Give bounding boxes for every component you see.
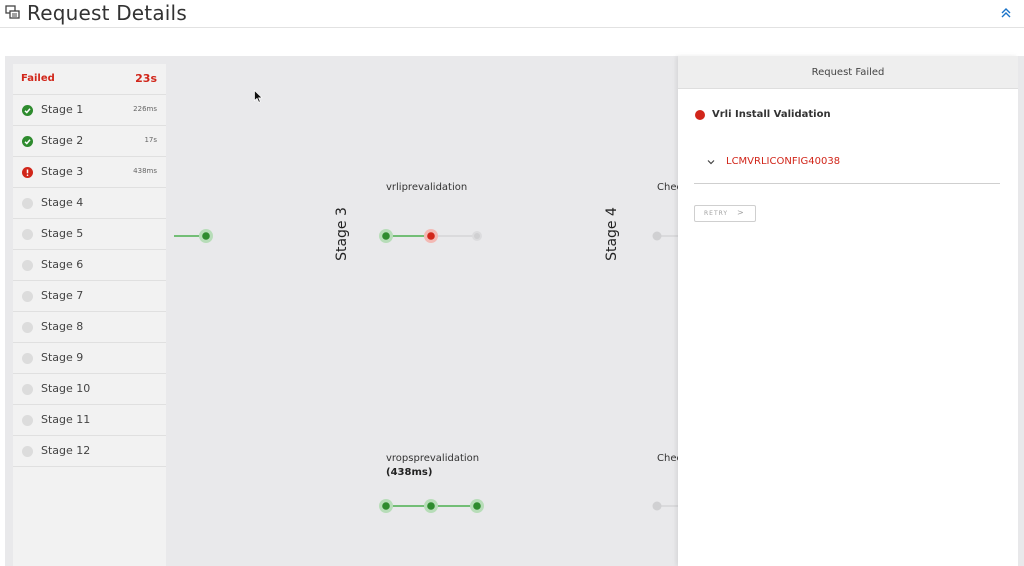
panel-header: Request Failed: [678, 56, 1018, 89]
chevron-down-icon[interactable]: [706, 157, 716, 167]
task-node-failed: [427, 232, 435, 240]
task-node-pending: [652, 231, 662, 241]
task-node-success: [382, 232, 390, 240]
task-node-success: [382, 502, 390, 510]
chevron-right-icon: >: [737, 208, 744, 217]
task-node-pending: [652, 501, 662, 511]
retry-button-label: RETRY: [704, 210, 729, 217]
stage-3-title: Stage 3: [334, 207, 350, 261]
task-node-success: [202, 232, 210, 240]
task-label-vrops[interactable]: vropsprevalidation: [386, 453, 479, 464]
error-code-link[interactable]: LCMVRLICONFIG40038: [726, 156, 840, 167]
task-node-success: [473, 502, 481, 510]
task-node-success: [427, 502, 435, 510]
task-time-vrops: (438ms): [386, 467, 433, 478]
request-failed-panel: Request Failed Vrli Install Validation L…: [678, 56, 1018, 566]
panel-title: Request Failed: [811, 67, 885, 78]
task-node-pending: [474, 233, 480, 239]
divider: [694, 183, 1000, 184]
failed-task-name: Vrli Install Validation: [712, 109, 831, 120]
stage-4-title: Stage 4: [604, 207, 620, 261]
retry-button[interactable]: RETRY >: [694, 205, 756, 222]
task-label-vrli[interactable]: vrliprevalidation: [386, 182, 467, 193]
failed-status-icon: [695, 110, 705, 120]
mouse-cursor-icon: [254, 90, 263, 103]
